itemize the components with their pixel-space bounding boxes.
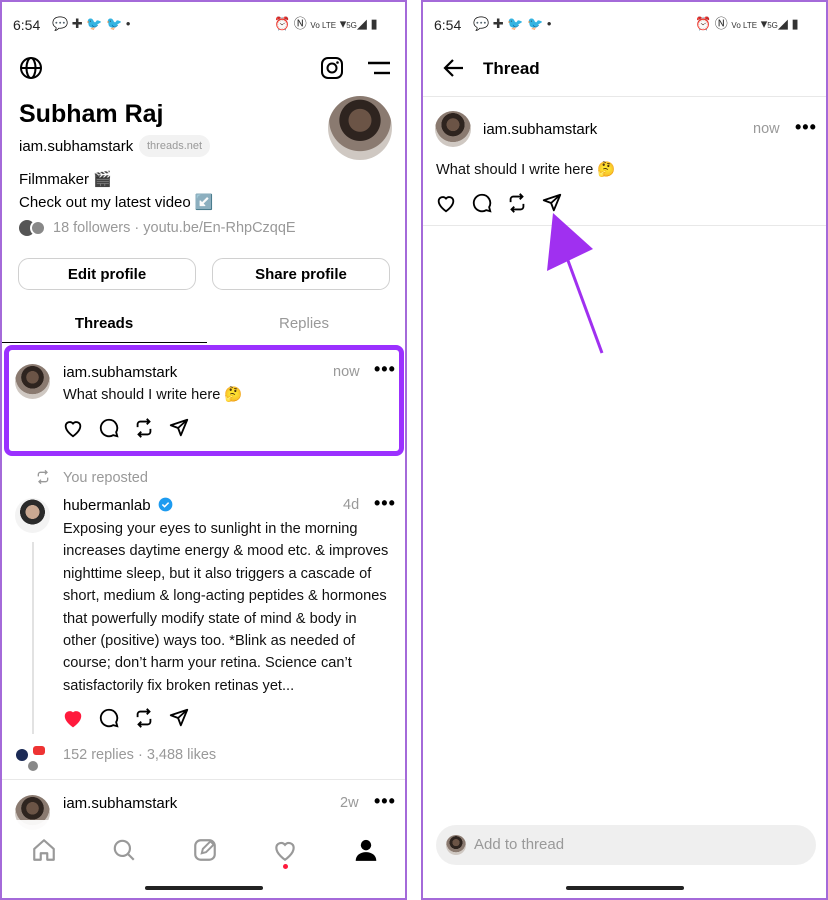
comment-icon[interactable] — [98, 707, 120, 729]
text-line: nighttime sleep, but it also triggers a … — [63, 565, 372, 582]
reply-input[interactable]: Add to thread — [436, 825, 816, 865]
reposted-icon — [37, 469, 49, 485]
system-icons: ⏰ Ⓝ Vo LTE ▾5G◢ ▮ — [695, 16, 799, 31]
activity-heart-icon[interactable] — [272, 837, 298, 863]
edit-profile-button[interactable]: Edit profile — [18, 258, 196, 290]
notification-dot — [283, 864, 288, 869]
post-time: 4d — [343, 497, 360, 513]
reply-placeholder[interactable]: Add to thread — [474, 836, 564, 853]
reply-avatars — [16, 746, 46, 772]
profile-handle: iam.subhamstark — [19, 138, 134, 155]
share-icon[interactable] — [168, 417, 190, 439]
reply-avatar — [446, 835, 466, 855]
heart-icon[interactable] — [435, 192, 457, 214]
notification-icons: 💬 ✚ 🐦 🐦 • — [473, 16, 552, 31]
post-username[interactable]: iam.subhamstark — [63, 364, 177, 381]
divider — [423, 225, 826, 226]
text-line: Exposing your eyes to sunlight in the mo… — [63, 521, 358, 537]
repost-label: You reposted — [63, 470, 148, 486]
system-icons: ⏰ Ⓝ Vo LTE ▾5G◢ ▮ — [274, 16, 378, 31]
profile-screen: 6:54 💬 ✚ 🐦 🐦 • ⏰ Ⓝ Vo LTE ▾5G◢ ▮ Subham … — [0, 0, 407, 900]
heart-filled-icon[interactable] — [62, 707, 84, 729]
verified-badge-icon — [158, 497, 173, 512]
menu-icon[interactable] — [366, 59, 392, 77]
thread-line — [32, 542, 34, 734]
domain-badge[interactable]: threads.net — [139, 135, 211, 157]
username-text[interactable]: hubermanlab — [63, 497, 151, 514]
post-username[interactable]: hubermanlab — [63, 497, 173, 514]
post-username[interactable]: iam.subhamstark — [483, 121, 597, 138]
pointer-arrow-icon — [547, 213, 604, 354]
gesture-bar[interactable] — [145, 886, 263, 890]
post-text: What should I write here 🤔 — [436, 162, 616, 178]
text-line: that powerfully modify state of mind & b… — [63, 610, 357, 627]
back-arrow-icon[interactable] — [443, 58, 465, 78]
tab-replies[interactable]: Replies — [214, 315, 394, 332]
comment-icon[interactable] — [471, 192, 493, 214]
page-title: Thread — [483, 59, 540, 78]
globe-icon[interactable] — [19, 56, 43, 80]
post-text: What should I write here 🤔 — [63, 387, 243, 403]
post-time: 2w — [340, 795, 359, 811]
comment-icon[interactable] — [98, 417, 120, 439]
home-icon[interactable] — [31, 837, 57, 863]
profile-avatar[interactable] — [328, 96, 392, 160]
share-profile-button[interactable]: Share profile — [212, 258, 390, 290]
thread-screen: 6:54 💬 ✚ 🐦 🐦 • ⏰ Ⓝ Vo LTE ▾5G◢ ▮ Thread … — [421, 0, 828, 900]
post-time: now — [753, 121, 780, 137]
hubermanlab-avatar[interactable] — [15, 498, 50, 533]
post-username[interactable]: iam.subhamstark — [63, 795, 177, 812]
text-line: short, medium & long-acting peptides & h… — [63, 588, 387, 605]
post-time: now — [333, 364, 360, 380]
more-options-icon[interactable]: ••• — [795, 118, 817, 136]
profile-link[interactable]: youtu.be/En-RhpCzqqE — [143, 220, 295, 236]
tab-underline — [2, 342, 207, 343]
status-bar: 6:54 💬 ✚ 🐦 🐦 • ⏰ Ⓝ Vo LTE ▾5G◢ ▮ — [2, 2, 405, 46]
repost-icon[interactable] — [133, 707, 155, 729]
compose-icon[interactable] — [192, 837, 218, 863]
status-time: 6:54 — [13, 17, 41, 33]
notification-icons: 💬 ✚ 🐦 🐦 • — [52, 16, 131, 31]
heart-icon[interactable] — [62, 417, 84, 439]
text-line: course; don’t harm your retina. Science … — [63, 655, 352, 672]
bio-line-1: Filmmaker 🎬 — [19, 171, 112, 188]
share-icon[interactable] — [168, 707, 190, 729]
profile-icon[interactable] — [353, 837, 379, 863]
bio-line-2: Check out my latest video ↙️ — [19, 194, 214, 211]
repost-icon[interactable] — [506, 192, 528, 214]
divider — [2, 779, 405, 780]
status-time: 6:54 — [434, 17, 462, 33]
post-avatar[interactable] — [15, 364, 50, 399]
gesture-bar[interactable] — [566, 886, 684, 890]
status-bar: 6:54 💬 ✚ 🐦 🐦 • ⏰ Ⓝ Vo LTE ▾5G◢ ▮ — [423, 2, 826, 46]
divider — [423, 96, 826, 97]
follower-avatars — [19, 220, 49, 236]
post-text: Exposing your eyes to sunlight in the mo… — [63, 518, 403, 697]
search-icon[interactable] — [111, 837, 137, 863]
tab-threads[interactable]: Threads — [14, 315, 194, 332]
more-options-icon[interactable]: ••• — [374, 494, 396, 512]
text-line: other (positive) ways too. *Blink as nee… — [63, 633, 356, 650]
text-line: satisfactorily fix broken retinas yet... — [63, 677, 295, 694]
more-options-icon[interactable]: ••• — [374, 360, 396, 378]
repost-icon[interactable] — [133, 417, 155, 439]
profile-name: Subham Raj — [19, 100, 164, 128]
followers-line: 18 followers · youtu.be/En-RhpCzqqE — [53, 220, 296, 236]
instagram-icon[interactable] — [320, 56, 344, 80]
text-line: increases daytime energy & mood etc. & i… — [63, 543, 389, 560]
followers-count[interactable]: 18 followers — [53, 220, 130, 236]
post-stats[interactable]: 152 replies · 3,488 likes — [63, 747, 216, 763]
more-options-icon[interactable]: ••• — [374, 792, 396, 810]
post-avatar[interactable] — [435, 111, 471, 147]
